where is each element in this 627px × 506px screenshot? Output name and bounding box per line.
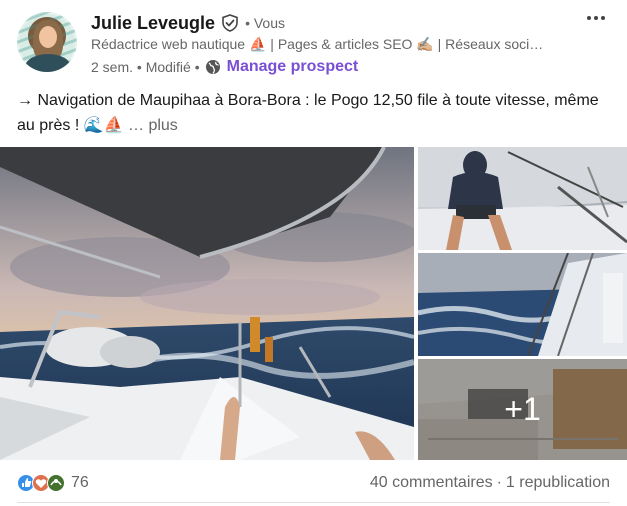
sailor-photo (418, 147, 627, 250)
sailing-cockpit-photo (0, 147, 414, 460)
sea-waves-photo (418, 253, 627, 356)
ellipsis-icon (587, 16, 591, 20)
post-time: 2 sem. • Modifié • (91, 59, 200, 75)
love-icon (32, 474, 50, 492)
reactions-icons (17, 474, 65, 492)
post-image-3[interactable] (418, 253, 627, 356)
author-relation: • Vous (245, 15, 285, 31)
shield-check-icon (222, 14, 238, 32)
post-image-2[interactable] (418, 147, 627, 250)
author-headline: Rédactrice web nautique ⛵ | Pages & arti… (91, 36, 544, 52)
reaction-count: 76 (71, 474, 89, 491)
globe-icon (205, 60, 220, 74)
avatar-face (39, 26, 57, 48)
divider (17, 502, 610, 503)
see-more-link[interactable]: … plus (128, 117, 178, 134)
post-body: → Navigation de Maupihaa à Bora-Bora : l… (17, 92, 599, 134)
feed-post: Julie Leveugle • Vous Rédactrice web nau… (0, 0, 627, 506)
reactions-summary[interactable]: 76 (17, 472, 89, 494)
post-image-main[interactable] (0, 147, 414, 460)
author-avatar[interactable] (17, 12, 77, 72)
more-options-button[interactable] (580, 6, 612, 30)
post-meta: 2 sem. • Modifié • Manage prospect (91, 57, 358, 77)
separator: · (496, 474, 502, 491)
social-counts: 40 commentaires · 1 republication (370, 472, 610, 494)
post-text: → Navigation de Maupihaa à Bora-Bora : l… (17, 88, 617, 138)
ellipsis-icon (594, 16, 598, 20)
support-icon (47, 474, 65, 492)
manage-prospect-link[interactable]: Manage prospect (227, 58, 359, 76)
like-icon (17, 474, 35, 492)
ellipsis-icon (601, 16, 605, 20)
more-images-overlay[interactable]: +1 (418, 359, 627, 460)
author-name-row: Julie Leveugle • Vous (91, 11, 285, 35)
author-name[interactable]: Julie Leveugle (91, 13, 215, 34)
reposts-count[interactable]: 1 republication (506, 474, 610, 492)
comments-count[interactable]: 40 commentaires (370, 474, 493, 492)
